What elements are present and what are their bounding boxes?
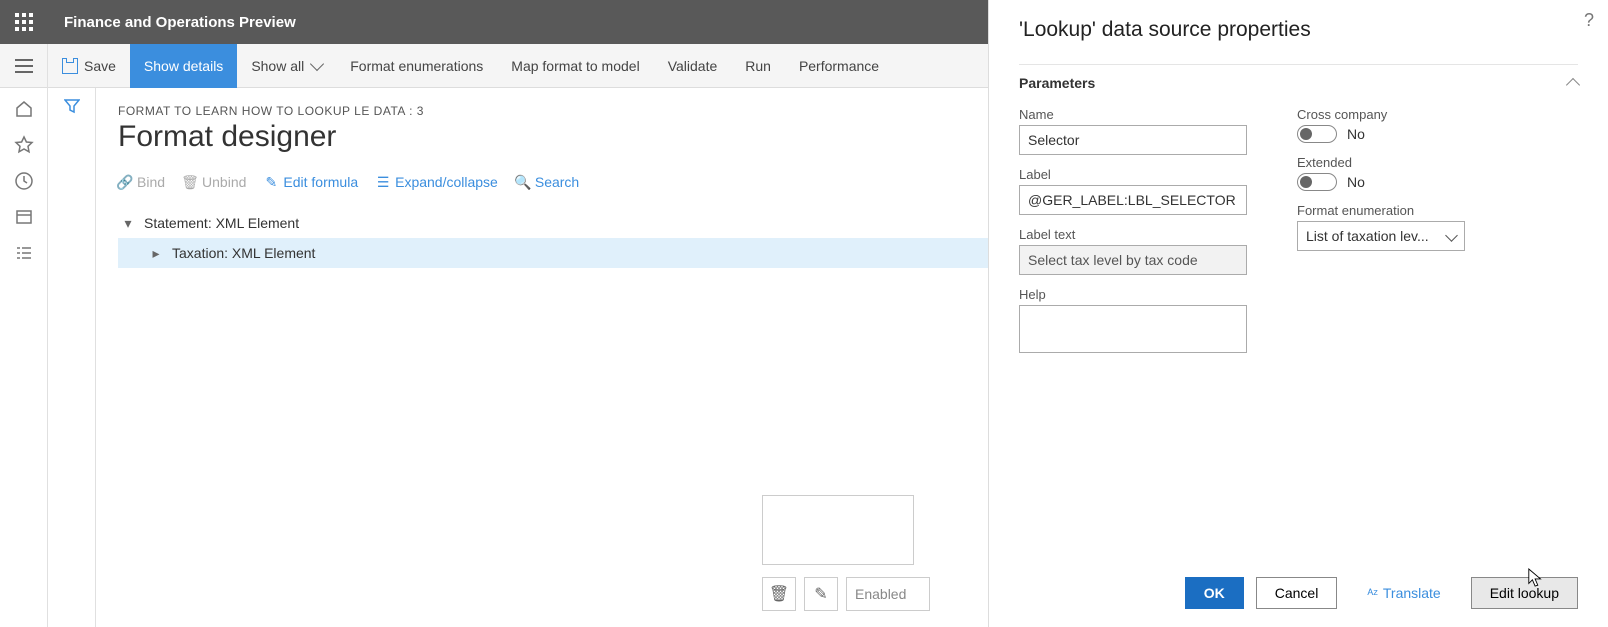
labeltext-input (1019, 245, 1247, 275)
cross-company-label: Cross company (1297, 107, 1465, 122)
pencil-icon: ✎ (264, 175, 278, 189)
pencil-icon: ✎ (814, 584, 827, 604)
name-input[interactable] (1019, 125, 1247, 155)
waffle-icon (15, 13, 33, 31)
extended-value: No (1347, 174, 1365, 190)
left-nav (0, 88, 48, 627)
dialog-title: 'Lookup' data source properties (1019, 18, 1578, 42)
trash-icon: 🗑 (183, 175, 197, 189)
edit-formula-action[interactable]: ✎Edit formula (264, 174, 358, 190)
app-launcher[interactable] (0, 0, 48, 44)
lookup-properties-dialog: ? 'Lookup' data source properties Parame… (988, 0, 1608, 627)
show-all-button[interactable]: Show all (237, 44, 336, 88)
details-box (762, 495, 914, 565)
search-icon: 🔍 (516, 175, 530, 189)
format-enum-select[interactable]: List of taxation lev... (1297, 221, 1465, 251)
cross-company-value: No (1347, 126, 1365, 142)
workspaces-icon[interactable] (13, 206, 35, 228)
list-icon: ☰ (376, 175, 390, 189)
search-action[interactable]: 🔍Search (516, 174, 579, 190)
performance-button[interactable]: Performance (785, 44, 893, 88)
home-icon[interactable] (13, 98, 35, 120)
name-label: Name (1019, 107, 1247, 122)
format-enumerations-button[interactable]: Format enumerations (336, 44, 497, 88)
modules-icon[interactable] (13, 242, 35, 264)
translate-button[interactable]: ᴬᶻTranslate (1349, 577, 1458, 609)
label-label: Label (1019, 167, 1247, 182)
extended-label: Extended (1297, 155, 1465, 170)
nav-toggle[interactable] (0, 44, 48, 88)
caret-right-icon[interactable]: ▸ (150, 245, 162, 262)
caret-down-icon[interactable]: ▾ (122, 215, 134, 232)
labeltext-label: Label text (1019, 227, 1247, 242)
translate-icon: ᴬᶻ (1367, 586, 1378, 601)
unbind-action[interactable]: 🗑Unbind (183, 174, 246, 190)
chevron-down-icon (310, 56, 324, 70)
cancel-button[interactable]: Cancel (1256, 577, 1338, 609)
help-input[interactable] (1019, 305, 1247, 353)
recent-icon[interactable] (13, 170, 35, 192)
edit-button[interactable]: ✎ (804, 577, 838, 611)
cross-company-toggle[interactable] (1297, 125, 1337, 143)
extended-toggle[interactable] (1297, 173, 1337, 191)
help-icon[interactable]: ? (1584, 10, 1594, 31)
enabled-field[interactable]: Enabled (846, 577, 930, 611)
validate-button[interactable]: Validate (654, 44, 732, 88)
filter-icon[interactable] (64, 98, 80, 627)
ok-button[interactable]: OK (1185, 577, 1244, 609)
map-format-button[interactable]: Map format to model (497, 44, 653, 88)
save-button[interactable]: Save (48, 44, 130, 88)
trash-icon: 🗑 (769, 584, 789, 604)
chevron-up-icon (1566, 78, 1580, 92)
parameters-section-header[interactable]: Parameters (1019, 64, 1578, 101)
dialog-footer: OK Cancel ᴬᶻTranslate Edit lookup (1019, 565, 1578, 609)
tree-node-label: Statement: XML Element (144, 215, 299, 231)
label-input[interactable] (1019, 185, 1247, 215)
app-title: Finance and Operations Preview (48, 14, 296, 31)
section-title: Parameters (1019, 75, 1095, 91)
format-enum-label: Format enumeration (1297, 203, 1465, 218)
tree-node-label: Taxation: XML Element (172, 245, 315, 261)
bottom-toolbar: 🗑 ✎ Enabled (762, 577, 930, 611)
edit-lookup-button[interactable]: Edit lookup (1471, 577, 1578, 609)
expand-collapse-action[interactable]: ☰Expand/collapse (376, 174, 498, 190)
run-button[interactable]: Run (731, 44, 785, 88)
link-icon: 🔗 (118, 175, 132, 189)
delete-button[interactable]: 🗑 (762, 577, 796, 611)
show-details-button[interactable]: Show details (130, 44, 237, 88)
help-label: Help (1019, 287, 1247, 302)
favorites-icon[interactable] (13, 134, 35, 156)
save-icon (62, 58, 78, 74)
filter-column (48, 88, 96, 627)
bind-action[interactable]: 🔗Bind (118, 174, 165, 190)
